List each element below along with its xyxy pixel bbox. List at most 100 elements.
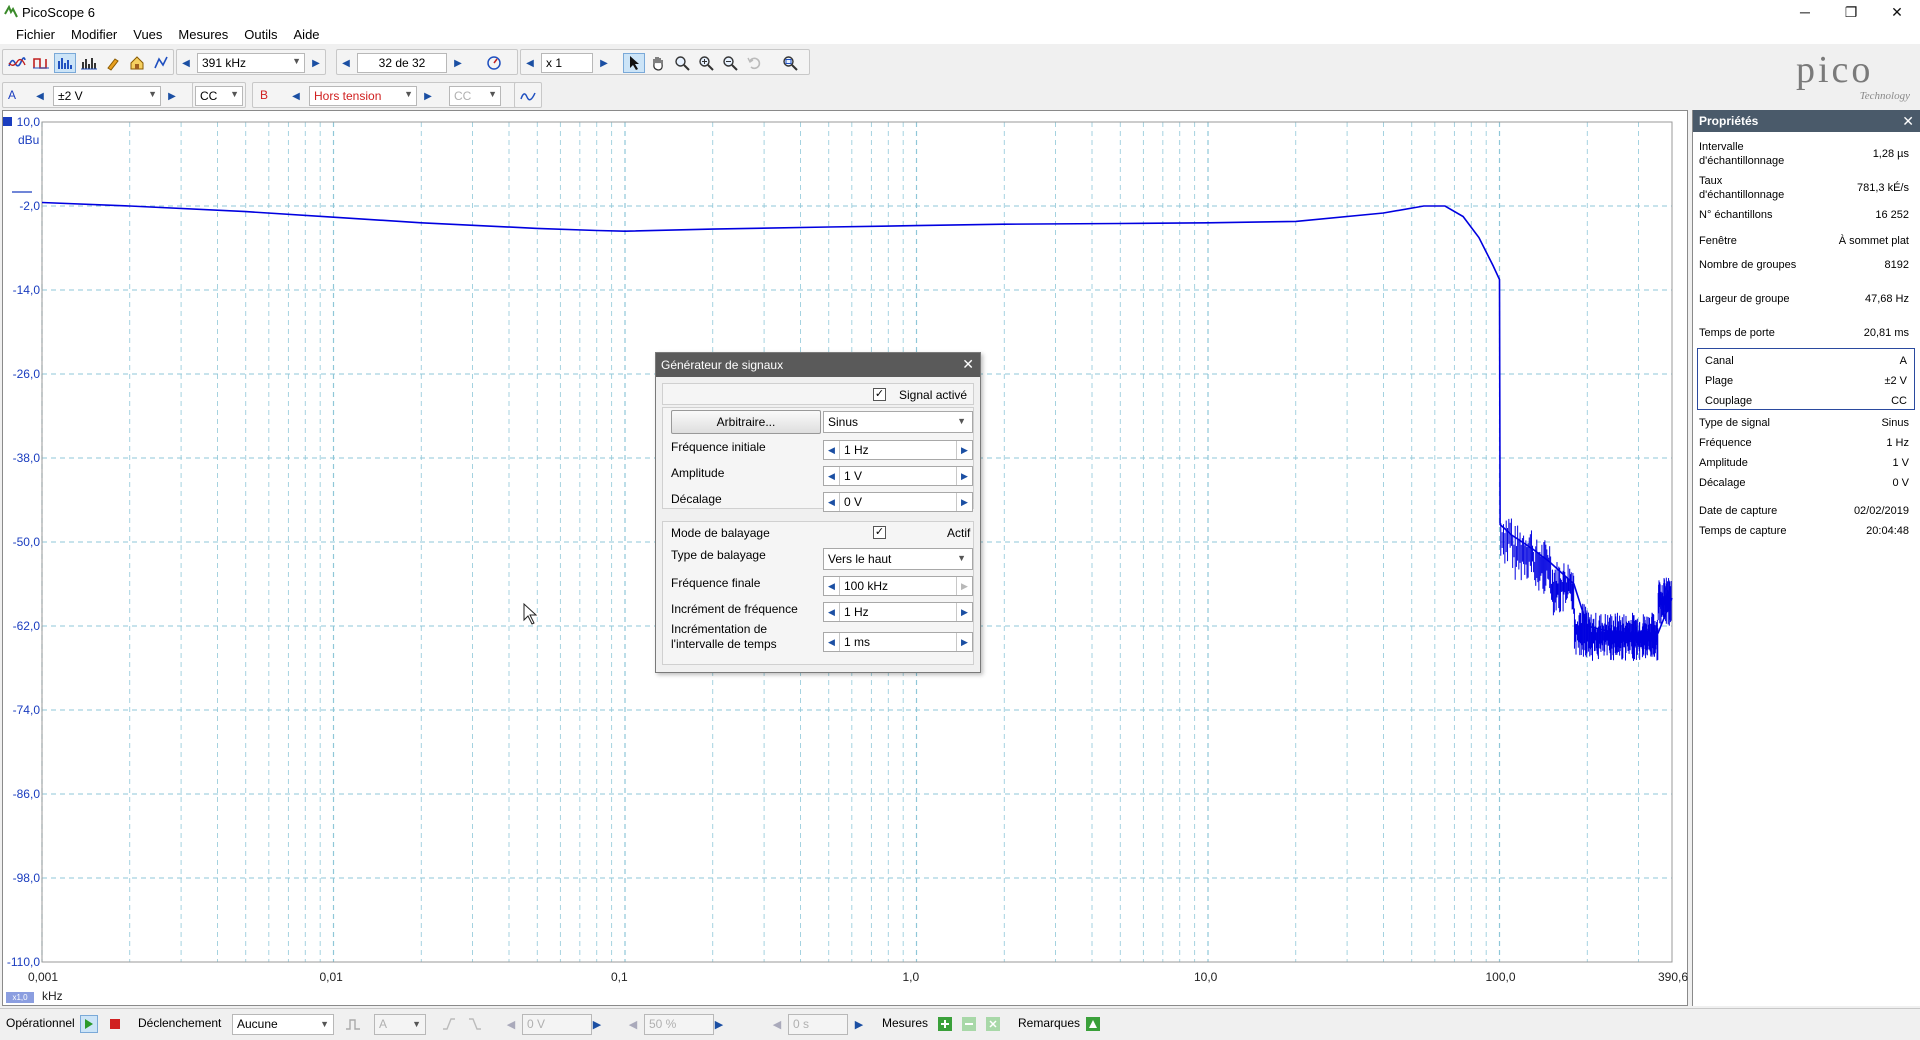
sweep-active-label: Actif [947, 526, 971, 540]
property-value: Sinus [1881, 417, 1909, 429]
stop-frequency-label: Fréquence finale [671, 576, 761, 590]
property-row: Canal A [1705, 354, 1907, 368]
property-label: Plage [1705, 375, 1734, 387]
time-increment-spinner[interactable]: ◀ 1 ms ▶ [823, 632, 973, 652]
pretrigger-field[interactable]: 50 % [644, 1014, 714, 1035]
start-frequency-spinner[interactable]: ◀ 1 Hz ▶ [823, 440, 973, 460]
minimize-button[interactable]: ─ [1782, 0, 1828, 24]
property-label: Date de capture [1699, 505, 1778, 517]
waveform-select[interactable]: Sinus ▼ [823, 411, 973, 433]
property-row: Amplitude 1 V [1699, 456, 1909, 470]
stop-icon[interactable] [106, 1015, 124, 1033]
notes-icon[interactable] [1084, 1015, 1102, 1033]
property-value: 1 Hz [1886, 437, 1909, 449]
threshold-field[interactable]: 0 V [522, 1014, 592, 1035]
start-play-icon[interactable] [80, 1015, 98, 1033]
property-label: Nombre de groupes [1699, 259, 1797, 271]
property-value: 8192 [1884, 259, 1909, 271]
property-row: Taux d'échantillonnage 781,3 kÉ/s [1699, 174, 1909, 202]
notes-label: Remarques [1018, 1016, 1081, 1030]
delay-next-icon[interactable]: ▶ [850, 1015, 868, 1033]
property-value: 0 V [1892, 477, 1909, 489]
falling-edge-icon[interactable] [466, 1015, 484, 1033]
pretrigger-next-icon[interactable]: ▶ [710, 1015, 728, 1033]
trigger-source-select[interactable]: A ▼ [374, 1014, 426, 1035]
property-row: Temps de capture 20:04:48 [1699, 524, 1909, 538]
run-status-label: Opérationnel [6, 1016, 75, 1030]
measurements-label: Mesures [882, 1016, 929, 1030]
property-value: 1,28 µs [1872, 148, 1909, 160]
trigger-mode-select[interactable]: Aucune ▼ [232, 1014, 334, 1035]
sweep-active-checkbox[interactable]: ✓ [873, 526, 886, 539]
property-value: A [1899, 355, 1907, 367]
sweep-type-label: Type de balayage [671, 548, 766, 562]
property-row: N° échantillons 16 252 [1699, 208, 1909, 222]
property-value: 20,81 ms [1863, 327, 1909, 339]
arbitrary-button[interactable]: Arbitraire... [671, 410, 821, 434]
signal-active-label: Signal activé [899, 388, 968, 402]
property-row: Fenêtre À sommet plat [1699, 234, 1909, 248]
property-value: 781,3 kÉ/s [1857, 182, 1909, 194]
property-label: Décalage [1699, 477, 1746, 489]
sweep-section: Mode de balayage ✓ Actif Type de balayag… [662, 521, 974, 665]
property-row: Couplage CC [1705, 394, 1907, 408]
sweep-mode-label: Mode de balayage [671, 526, 770, 540]
sweep-type-select[interactable]: Vers le haut ▼ [823, 548, 973, 570]
property-value: 02/02/2019 [1853, 505, 1909, 517]
property-label: Intervalle d'échantillonnage [1699, 141, 1785, 167]
edit-measurement-icon[interactable] [960, 1015, 978, 1033]
offset-spinner[interactable]: ◀ 0 V ▶ [823, 492, 973, 512]
property-row: Largeur de groupe 47,68 Hz [1699, 292, 1909, 306]
property-row: Temps de porte 20,81 ms [1699, 326, 1909, 340]
close-button[interactable]: ✕ [1874, 0, 1920, 24]
property-value: 16 252 [1875, 209, 1909, 221]
property-label: Type de signal [1699, 417, 1770, 429]
property-label: Taux d'échantillonnage [1699, 175, 1785, 201]
property-label: Fréquence [1699, 437, 1752, 449]
dialog-title: Générateur de signaux [661, 358, 784, 372]
pretrigger-prev-icon[interactable]: ◀ [624, 1015, 642, 1033]
amplitude-label: Amplitude [671, 466, 725, 480]
property-label: Canal [1705, 355, 1734, 367]
delay-field[interactable]: 0 s [788, 1014, 848, 1035]
delay-prev-icon[interactable]: ◀ [768, 1015, 786, 1033]
add-measurement-icon[interactable] [936, 1015, 954, 1033]
signal-generator-dialog: Générateur de signaux ✕ ✓ Signal activé … [655, 352, 981, 673]
dialog-close-icon[interactable]: ✕ [962, 356, 974, 373]
signal-active-checkbox[interactable]: ✓ [873, 388, 886, 401]
offset-label: Décalage [671, 492, 722, 506]
property-row: Nombre de groupes 8192 [1699, 258, 1909, 272]
rising-edge-icon[interactable] [440, 1015, 458, 1033]
property-value: 20:04:48 [1866, 525, 1909, 537]
property-label: Largeur de groupe [1699, 293, 1790, 305]
advanced-trigger-icon[interactable] [344, 1015, 362, 1033]
maximize-button[interactable]: ❐ [1828, 0, 1874, 24]
frequency-increment-label: Incrément de fréquence [671, 602, 798, 616]
signal-active-section: ✓ Signal activé [662, 383, 974, 405]
delete-measurement-icon[interactable] [984, 1015, 1002, 1033]
property-value: À sommet plat [1838, 235, 1909, 247]
property-label: Temps de capture [1699, 525, 1787, 537]
properties-close-icon[interactable]: ✕ [1902, 113, 1914, 130]
property-row: Intervalle d'échantillonnage 1,28 µs [1699, 140, 1909, 168]
properties-panel: Propriétés ✕ Intervalle d'échantillonnag… [1692, 110, 1920, 1006]
waveform-section: Arbitraire... Sinus ▼ Fréquence initiale … [662, 407, 974, 512]
properties-title: Propriétés [1699, 114, 1759, 128]
property-row: Fréquence 1 Hz [1699, 436, 1909, 450]
property-value: CC [1891, 395, 1907, 407]
threshold-prev-icon[interactable]: ◀ [502, 1015, 520, 1033]
property-label: N° échantillons [1699, 209, 1773, 221]
pico-logo: pico Technology [1796, 49, 1910, 102]
stop-frequency-spinner[interactable]: ◀ 100 kHz ▶ [823, 576, 973, 596]
spectrum-noise-band [1500, 518, 1672, 661]
frequency-increment-spinner[interactable]: ◀ 1 Hz ▶ [823, 602, 973, 622]
dialog-title-bar[interactable]: Générateur de signaux ✕ [656, 353, 980, 377]
property-value: 47,68 Hz [1864, 293, 1909, 305]
properties-header: Propriétés ✕ [1693, 110, 1920, 132]
amplitude-spinner[interactable]: ◀ 1 V ▶ [823, 466, 973, 486]
property-row: Décalage 0 V [1699, 476, 1909, 490]
threshold-next-icon[interactable]: ▶ [588, 1015, 606, 1033]
start-frequency-label: Fréquence initiale [671, 440, 766, 454]
property-label: Fenêtre [1699, 235, 1737, 247]
mouse-cursor-icon [523, 602, 538, 625]
